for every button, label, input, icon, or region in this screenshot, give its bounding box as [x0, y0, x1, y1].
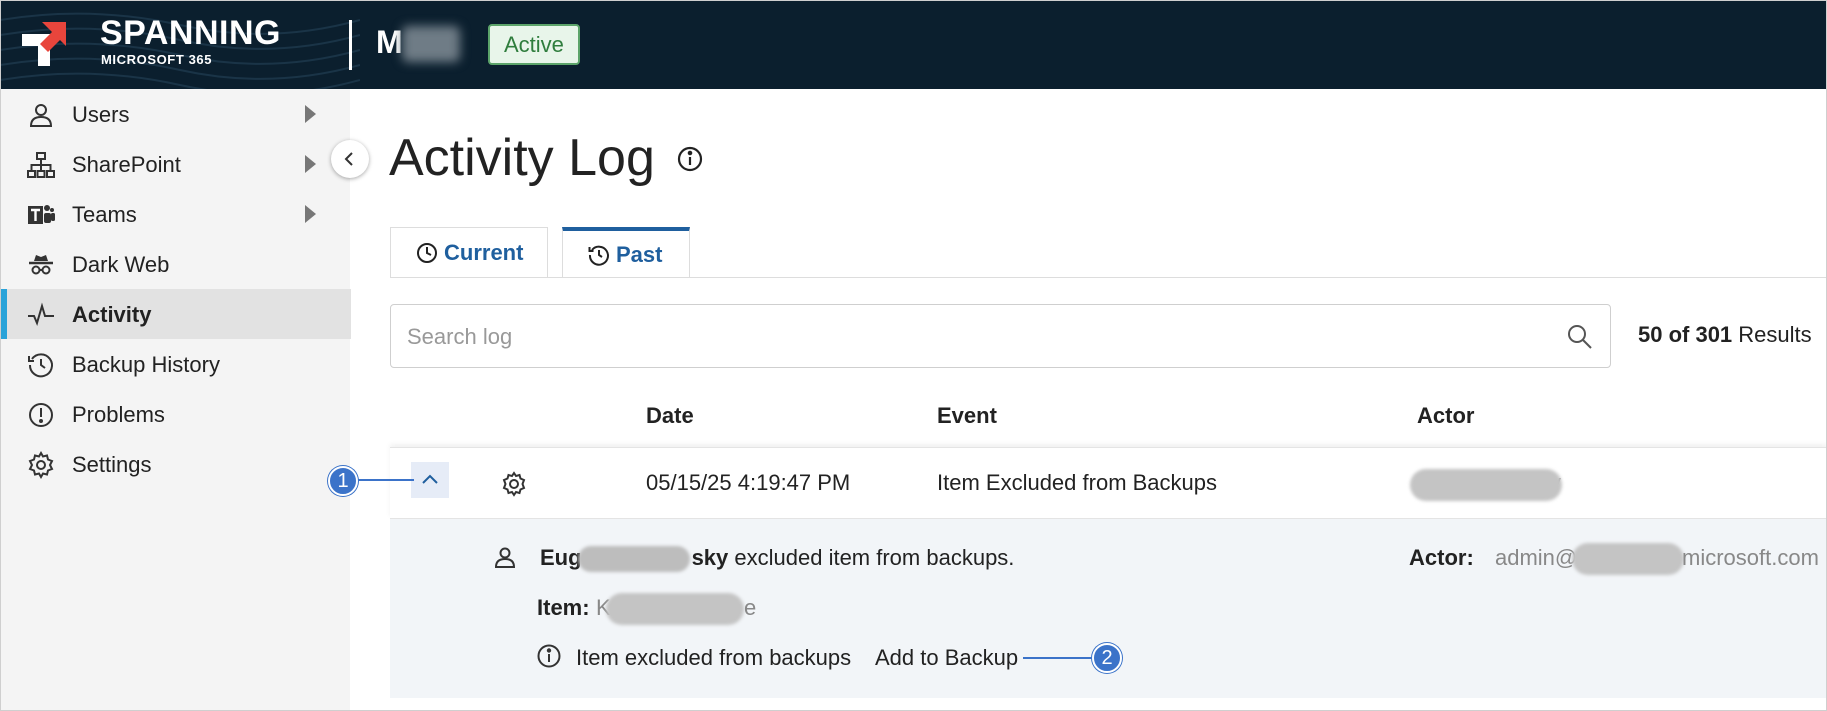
tenant-name: M	[376, 24, 403, 60]
tab-past[interactable]: Past	[562, 227, 690, 278]
actor-redaction	[1410, 469, 1562, 501]
callout-line	[356, 479, 414, 481]
expand-arrow-icon[interactable]	[305, 155, 316, 173]
tab-current[interactable]: Current	[390, 227, 548, 278]
sidebar-item-label: Activity	[72, 302, 152, 327]
info-icon[interactable]	[676, 145, 704, 173]
detail-item-suffix: e	[744, 595, 757, 620]
header-divider	[349, 20, 352, 70]
detail-user-first: Eug	[540, 545, 582, 570]
sidebar-item-label: Teams	[72, 202, 137, 227]
search-icon[interactable]	[1566, 323, 1594, 351]
sidebar-item-activity[interactable]: Activity	[1, 289, 351, 339]
actor-email-redaction	[1572, 543, 1684, 575]
search-input[interactable]	[407, 323, 1527, 351]
sidebar-item-dark-web[interactable]: Dark Web	[1, 239, 351, 289]
sidebar-item-label: Backup History	[72, 352, 220, 377]
sitemap-icon	[27, 152, 55, 178]
collapse-row-button[interactable]	[411, 462, 449, 498]
sidebar: Users SharePoint Teams Dark Web Activity…	[0, 89, 351, 711]
results-label: Results	[1738, 322, 1812, 347]
user-name-redaction	[578, 546, 690, 572]
sidebar-item-label: Dark Web	[72, 252, 170, 277]
user-icon	[494, 547, 516, 568]
detail-info-text: Item excluded from backups	[576, 645, 852, 670]
detail-actor-suffix: microsoft.com	[1682, 545, 1819, 570]
callout-badge: 1	[328, 466, 358, 496]
search-box	[390, 304, 1611, 368]
expand-arrow-icon[interactable]	[305, 205, 316, 223]
callout-line	[1023, 657, 1093, 659]
sidebar-item-users[interactable]: Users	[1, 89, 351, 139]
detail-user-last: sky	[691, 545, 729, 570]
row-event: Item Excluded from Backups	[937, 470, 1218, 495]
item-name-redaction	[606, 593, 744, 625]
results-number: 50 of 301	[1638, 322, 1733, 347]
gear-icon	[28, 451, 54, 479]
chevron-up-icon	[422, 474, 438, 484]
collapse-sidebar-button[interactable]	[331, 140, 369, 178]
tenant-name-redaction	[402, 26, 460, 62]
sidebar-item-label: SharePoint	[72, 152, 181, 177]
detail-actor-label: Actor:	[1409, 545, 1474, 570]
brand-subtitle: MICROSOFT 365	[101, 52, 213, 67]
add-to-backup-link[interactable]: Add to Backup	[875, 645, 1018, 671]
sidebar-item-backup-history[interactable]: Backup History	[1, 339, 351, 389]
top-bar: SPANNING MICROSOFT 365 M Active	[0, 0, 1827, 89]
gear-icon	[502, 471, 526, 497]
row-date: 05/15/25 4:19:47 PM	[646, 470, 851, 495]
tab-label: Current	[444, 240, 524, 265]
chevron-left-icon	[344, 152, 353, 166]
sidebar-item-teams[interactable]: Teams	[1, 189, 351, 239]
history-icon	[28, 353, 53, 378]
page-title: Activity Log	[389, 129, 655, 187]
sidebar-item-problems[interactable]: Problems	[1, 389, 351, 439]
sidebar-item-label: Problems	[72, 402, 165, 427]
status-badge: Active	[488, 24, 580, 65]
alert-icon	[29, 403, 53, 427]
activity-icon	[28, 302, 54, 326]
sidebar-item-sharepoint[interactable]: SharePoint	[1, 139, 351, 189]
spy-icon	[29, 255, 53, 275]
brand-name: SPANNING	[100, 14, 281, 52]
detail-action: excluded item from backups.	[728, 545, 1015, 570]
results-count: 50 of 301 Results	[1638, 322, 1812, 348]
column-header-actor[interactable]: Actor	[1417, 403, 1474, 429]
clock-icon	[417, 243, 437, 263]
info-icon	[537, 644, 561, 668]
tabs-underline	[390, 277, 1827, 278]
column-header-event[interactable]: Event	[937, 403, 997, 429]
callout-badge: 2	[1092, 643, 1122, 673]
detail-item-label: Item:	[537, 595, 590, 620]
sidebar-item-settings[interactable]: Settings	[1, 439, 351, 489]
history-icon	[588, 245, 609, 266]
user-icon	[29, 104, 53, 127]
expand-arrow-icon[interactable]	[305, 105, 316, 123]
column-header-date[interactable]: Date	[646, 403, 694, 429]
sidebar-item-label: Settings	[72, 452, 152, 477]
spanning-logo-icon	[22, 22, 66, 66]
teams-icon	[28, 205, 55, 224]
sidebar-item-label: Users	[72, 102, 130, 127]
detail-actor-prefix: admin@	[1495, 545, 1578, 570]
tab-label: Past	[616, 241, 663, 267]
